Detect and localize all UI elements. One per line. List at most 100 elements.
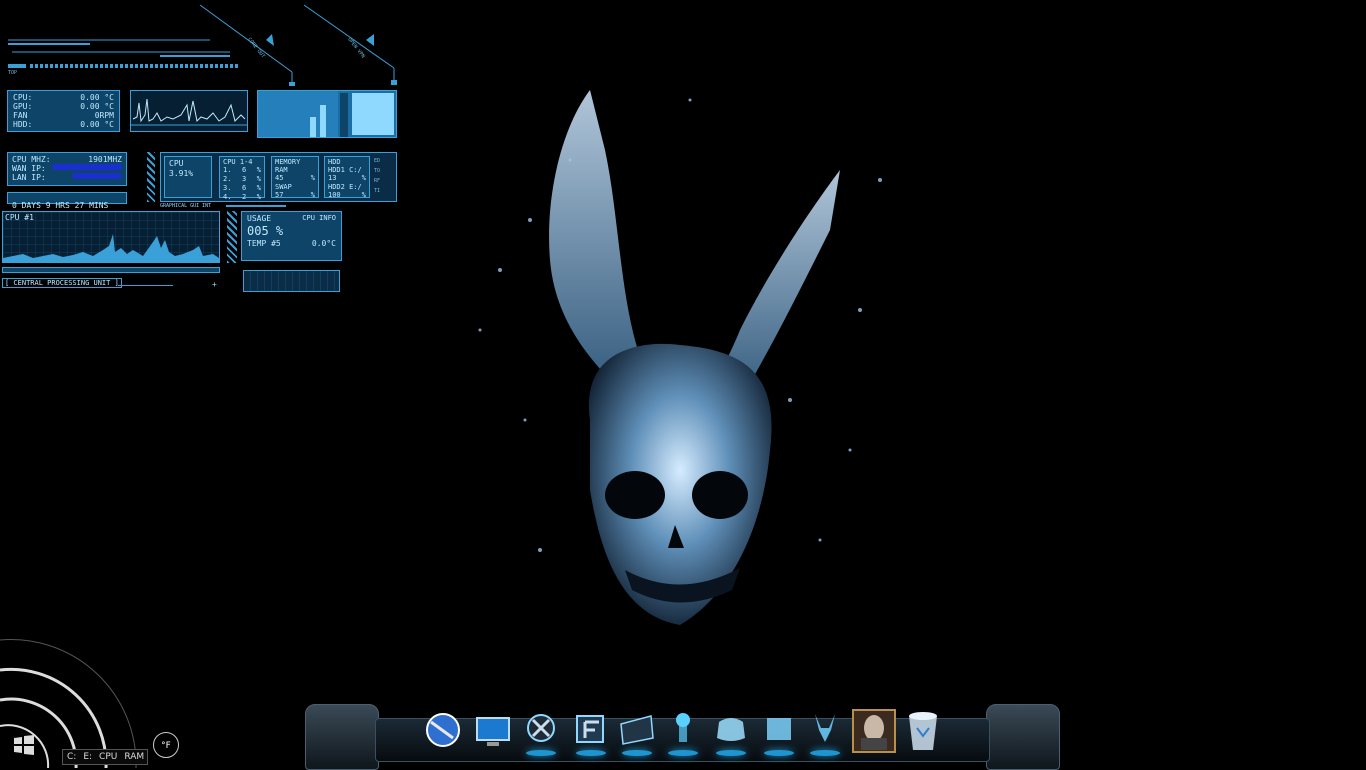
recycle-bin-icon[interactable]: [903, 708, 943, 754]
core-num: 4.: [223, 193, 232, 201]
central-processing-label: [ CENTRAL PROCESSING UNIT ]: [2, 278, 122, 288]
core-unit: %: [256, 184, 261, 192]
core-value: 2: [242, 193, 247, 201]
start-button[interactable]: [10, 730, 38, 758]
browser-globe-icon[interactable]: [423, 708, 463, 754]
usage-history: [243, 270, 340, 292]
cpu-mhz-value: 1901MHZ: [88, 155, 122, 164]
hologram-icon[interactable]: [663, 708, 703, 756]
wan-ip-row: WAN IP:: [12, 164, 122, 173]
core-row: 1. 6%: [223, 166, 261, 175]
usage-panel: USAGE CPU INFO 005 % TEMP #5 0.0°C: [241, 211, 342, 261]
side-tab[interactable]: TO: [374, 166, 394, 176]
hdd1-value: 13: [328, 174, 337, 182]
memory-box: MEMORY RAM 45% SWAP 57%: [271, 156, 319, 199]
core-unit: %: [256, 166, 261, 174]
tray-drive-e[interactable]: E:: [83, 752, 92, 762]
cpu1-graph: CPU #1: [2, 211, 220, 263]
core-unit: %: [256, 193, 261, 201]
hdd2-unit: %: [361, 191, 366, 199]
graphical-gui-label: GRAPHICAL GUI INT: [160, 203, 212, 209]
plus-icon[interactable]: +: [212, 280, 217, 289]
cpu-mhz-row: CPU MHZ: 1901MHZ: [12, 155, 122, 164]
dock-glow: [576, 750, 606, 756]
temp-label: CPU:: [13, 93, 33, 102]
side-tab[interactable]: TI: [374, 186, 394, 196]
activity-waveform: [131, 98, 247, 126]
weather-temp-widget[interactable]: °F: [153, 732, 179, 758]
usage-header: USAGE: [247, 214, 272, 223]
graphical-gui-bar: [226, 205, 286, 207]
hdd-box: HDD HDD1 C:/ 13% HDD2 E:/ 100%: [324, 156, 370, 199]
bunny-hologram-icon[interactable]: [805, 708, 845, 756]
tray-drive-c[interactable]: C:: [67, 752, 76, 762]
side-tab[interactable]: ED: [374, 156, 394, 166]
dock-left-cap: [305, 704, 379, 770]
swap-unit: %: [310, 191, 315, 199]
hud-top-label: TOP: [8, 70, 18, 76]
temp-value: 0.00 °C: [80, 93, 114, 102]
core-row: 4. 2%: [223, 193, 261, 202]
hdd2-value: 100: [328, 191, 341, 199]
ram-row: 45%: [275, 174, 315, 183]
game-portrait-icon[interactable]: [851, 708, 896, 754]
hdd2-label: HDD2 E:/: [328, 183, 362, 191]
side-tab[interactable]: RF: [374, 176, 394, 186]
dock-glow: [810, 750, 840, 756]
network-panel: CPU MHZ: 1901MHZ WAN IP: LAN IP:: [7, 152, 127, 186]
lan-ip-redacted: [72, 173, 122, 179]
system-tray: C: E: CPU RAM: [62, 749, 148, 765]
hdd1-unit: %: [361, 174, 366, 182]
core-value: 3: [242, 175, 247, 183]
hdd1-row: 13%: [328, 174, 366, 183]
cpu-info-label[interactable]: CPU INFO: [302, 214, 336, 223]
hdd-header: HDD: [328, 158, 341, 166]
memory-bars: [258, 91, 394, 137]
tray-cpu[interactable]: CPU: [99, 752, 117, 762]
tray-ram[interactable]: RAM: [124, 752, 144, 762]
folder-hologram-icon[interactable]: [759, 708, 799, 756]
gamepad-icon[interactable]: [711, 708, 751, 756]
cpu-box-value: 3.91%: [169, 169, 194, 178]
computer-icon[interactable]: [473, 708, 513, 754]
temp-label: HDD:: [13, 120, 33, 129]
folder-f-icon[interactable]: [571, 708, 611, 756]
core-value: 6: [242, 184, 247, 192]
cpu-box: CPU 3.91%: [164, 156, 212, 198]
core-num: 3.: [223, 184, 232, 192]
usage-header-row: USAGE CPU INFO: [247, 214, 336, 223]
network-list: CPU MHZ: 1901MHZ WAN IP: LAN IP:: [12, 155, 122, 182]
temp-row-cpu: CPU: 0.00 °C: [13, 93, 114, 102]
wan-ip-label: WAN IP:: [12, 164, 46, 173]
documents-icon[interactable]: [617, 708, 657, 756]
temps-list: CPU: 0.00 °C GPU: 0.00 °C FAN 0RPM HDD: 0.00…: [13, 93, 114, 129]
xbox-icon[interactable]: [521, 708, 561, 756]
side-tabs: ED TO RF TI: [374, 156, 394, 198]
core-num: 1.: [223, 166, 232, 174]
temps-panel: CPU: 0.00 °C GPU: 0.00 °C FAN 0RPM HDD: 0.00…: [7, 90, 120, 132]
wallpaper-bunny-skull: [478, 90, 882, 625]
memory-header: MEMORY: [275, 158, 301, 166]
temp-label: FAN: [13, 111, 28, 120]
hazard-stripe: [147, 152, 155, 202]
core-num: 2.: [223, 175, 232, 183]
dock-glow: [716, 750, 746, 756]
swap-label: SWAP: [275, 183, 292, 191]
slider-track[interactable]: [118, 285, 173, 286]
dock: [305, 704, 1060, 770]
activity-graph: [130, 90, 248, 132]
cpu1-label: CPU #1: [5, 213, 34, 222]
temp-row-fan: FAN 0RPM: [13, 111, 114, 120]
temp-label: GPU:: [13, 102, 33, 111]
core-unit: %: [256, 175, 261, 183]
uptime-panel: 0 DAYS 9 HRS 27 MINS: [7, 192, 127, 210]
usage-value: 005 %: [247, 224, 284, 238]
temp-row-gpu: GPU: 0.00 °C: [13, 102, 114, 111]
dock-glow: [668, 750, 698, 756]
cores-box: CPU 1-4 1. 6% 2. 3% 3. 6% 4. 2%: [219, 156, 265, 201]
core-row: 3. 6%: [223, 184, 261, 193]
lan-ip-label: LAN IP:: [12, 173, 46, 182]
dock-right-cap: [986, 704, 1060, 770]
system-stats-panel: CPU 3.91% CPU 1-4 1. 6% 2. 3% 3. 6% 4. 2% ME…: [160, 152, 397, 202]
temp-value: 0.00 °C: [80, 120, 114, 129]
